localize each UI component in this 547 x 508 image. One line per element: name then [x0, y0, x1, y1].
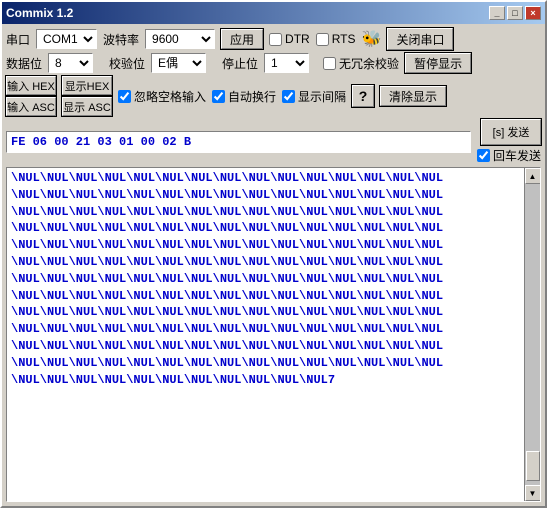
checkbits-label: 校验位 — [109, 55, 145, 72]
maximize-button[interactable]: □ — [507, 6, 523, 20]
title-bar: Commix 1.2 _ □ × — [2, 2, 545, 24]
auto-wrap-label[interactable]: 自动换行 — [212, 88, 276, 105]
scroll-track[interactable] — [525, 184, 541, 485]
minimize-button[interactable]: _ — [489, 6, 505, 20]
enter-send-text: 回车发送 — [493, 147, 541, 164]
dtr-checkbox-label[interactable]: DTR — [269, 32, 310, 46]
rts-checkbox[interactable] — [316, 33, 329, 46]
scroll-down-button[interactable]: ▼ — [525, 485, 541, 501]
checkbits-select[interactable]: E偶 O奇 N无 S空 M标 — [151, 53, 206, 73]
send-button[interactable]: [s] 发送 — [481, 119, 541, 145]
show-asc-button[interactable]: 显示 ASC — [62, 97, 112, 116]
show-interval-text: 显示间隔 — [298, 88, 346, 105]
output-area: \NUL\NUL\NUL\NUL\NUL\NUL\NUL\NUL\NUL\NUL… — [6, 167, 541, 502]
databits-label: 数据位 — [6, 55, 42, 72]
row-port: 串口 COM1 COM2 COM3 COM4 波特率 9600 4800 192… — [6, 28, 541, 50]
databits-select[interactable]: 8 7 6 5 — [48, 53, 93, 73]
no-extra-checkbox[interactable] — [323, 57, 336, 70]
close-port-button[interactable]: 关闭串口 — [387, 28, 453, 50]
no-extra-label: 无冗余校验 — [339, 55, 399, 72]
apply-button[interactable]: 应用 — [221, 29, 263, 49]
hex-btn-group: 输入 HEX 输入 ASC — [6, 76, 56, 116]
input-hex-button[interactable]: 输入 HEX — [6, 76, 56, 95]
no-extra-check-label[interactable]: 无冗余校验 — [323, 55, 399, 72]
scrollbar-vertical[interactable]: ▲ ▼ — [524, 168, 540, 501]
row-options: 输入 HEX 输入 ASC 显示HEX 显示 ASC 忽略空格输入 自动换行 显… — [6, 76, 541, 116]
port-label: 串口 — [6, 31, 30, 48]
stopbits-select[interactable]: 1 1.5 2 — [264, 53, 309, 73]
help-button[interactable]: ? — [352, 85, 374, 107]
content-area: 串口 COM1 COM2 COM3 COM4 波特率 9600 4800 192… — [2, 24, 545, 506]
ignore-space-text: 忽略空格输入 — [134, 88, 206, 105]
rts-label: RTS — [332, 32, 356, 46]
auto-wrap-checkbox[interactable] — [212, 90, 225, 103]
dtr-label: DTR — [285, 32, 310, 46]
title-bar-buttons: _ □ × — [489, 6, 541, 20]
show-interval-label[interactable]: 显示间隔 — [282, 88, 346, 105]
show-interval-checkbox[interactable] — [282, 90, 295, 103]
enter-send-checkbox[interactable] — [477, 149, 490, 162]
main-window: Commix 1.2 _ □ × 串口 COM1 COM2 COM3 COM4 … — [0, 0, 547, 508]
row-input: [s] 发送 回车发送 — [6, 119, 541, 164]
window-title: Commix 1.2 — [6, 6, 73, 20]
scroll-thumb[interactable] — [526, 451, 540, 481]
baud-select[interactable]: 9600 4800 19200 38400 115200 — [145, 29, 215, 49]
pause-button[interactable]: 暂停显示 — [405, 53, 471, 73]
stopbits-label: 停止位 — [222, 55, 258, 72]
baud-label: 波特率 — [103, 31, 139, 48]
rts-checkbox-label[interactable]: RTS — [316, 32, 356, 46]
ignore-space-checkbox[interactable] — [118, 90, 131, 103]
window-close-button[interactable]: × — [525, 6, 541, 20]
row-databits: 数据位 8 7 6 5 校验位 E偶 O奇 N无 S空 M标 停止位 1 1.5… — [6, 53, 541, 73]
port-select[interactable]: COM1 COM2 COM3 COM4 — [36, 29, 97, 49]
clear-button[interactable]: 清除显示 — [380, 86, 446, 106]
dtr-checkbox[interactable] — [269, 33, 282, 46]
auto-wrap-text: 自动换行 — [228, 88, 276, 105]
show-btn-group: 显示HEX 显示 ASC — [62, 76, 112, 116]
show-hex-button[interactable]: 显示HEX — [62, 76, 112, 95]
send-col: [s] 发送 回车发送 — [477, 119, 541, 164]
input-field[interactable] — [6, 131, 471, 153]
enter-send-label[interactable]: 回车发送 — [477, 147, 541, 164]
output-text[interactable]: \NUL\NUL\NUL\NUL\NUL\NUL\NUL\NUL\NUL\NUL… — [7, 168, 524, 501]
input-asc-button[interactable]: 输入 ASC — [6, 97, 56, 116]
scroll-up-button[interactable]: ▲ — [525, 168, 541, 184]
ignore-space-label[interactable]: 忽略空格输入 — [118, 88, 206, 105]
bee-icon: 🐝 — [362, 29, 382, 49]
